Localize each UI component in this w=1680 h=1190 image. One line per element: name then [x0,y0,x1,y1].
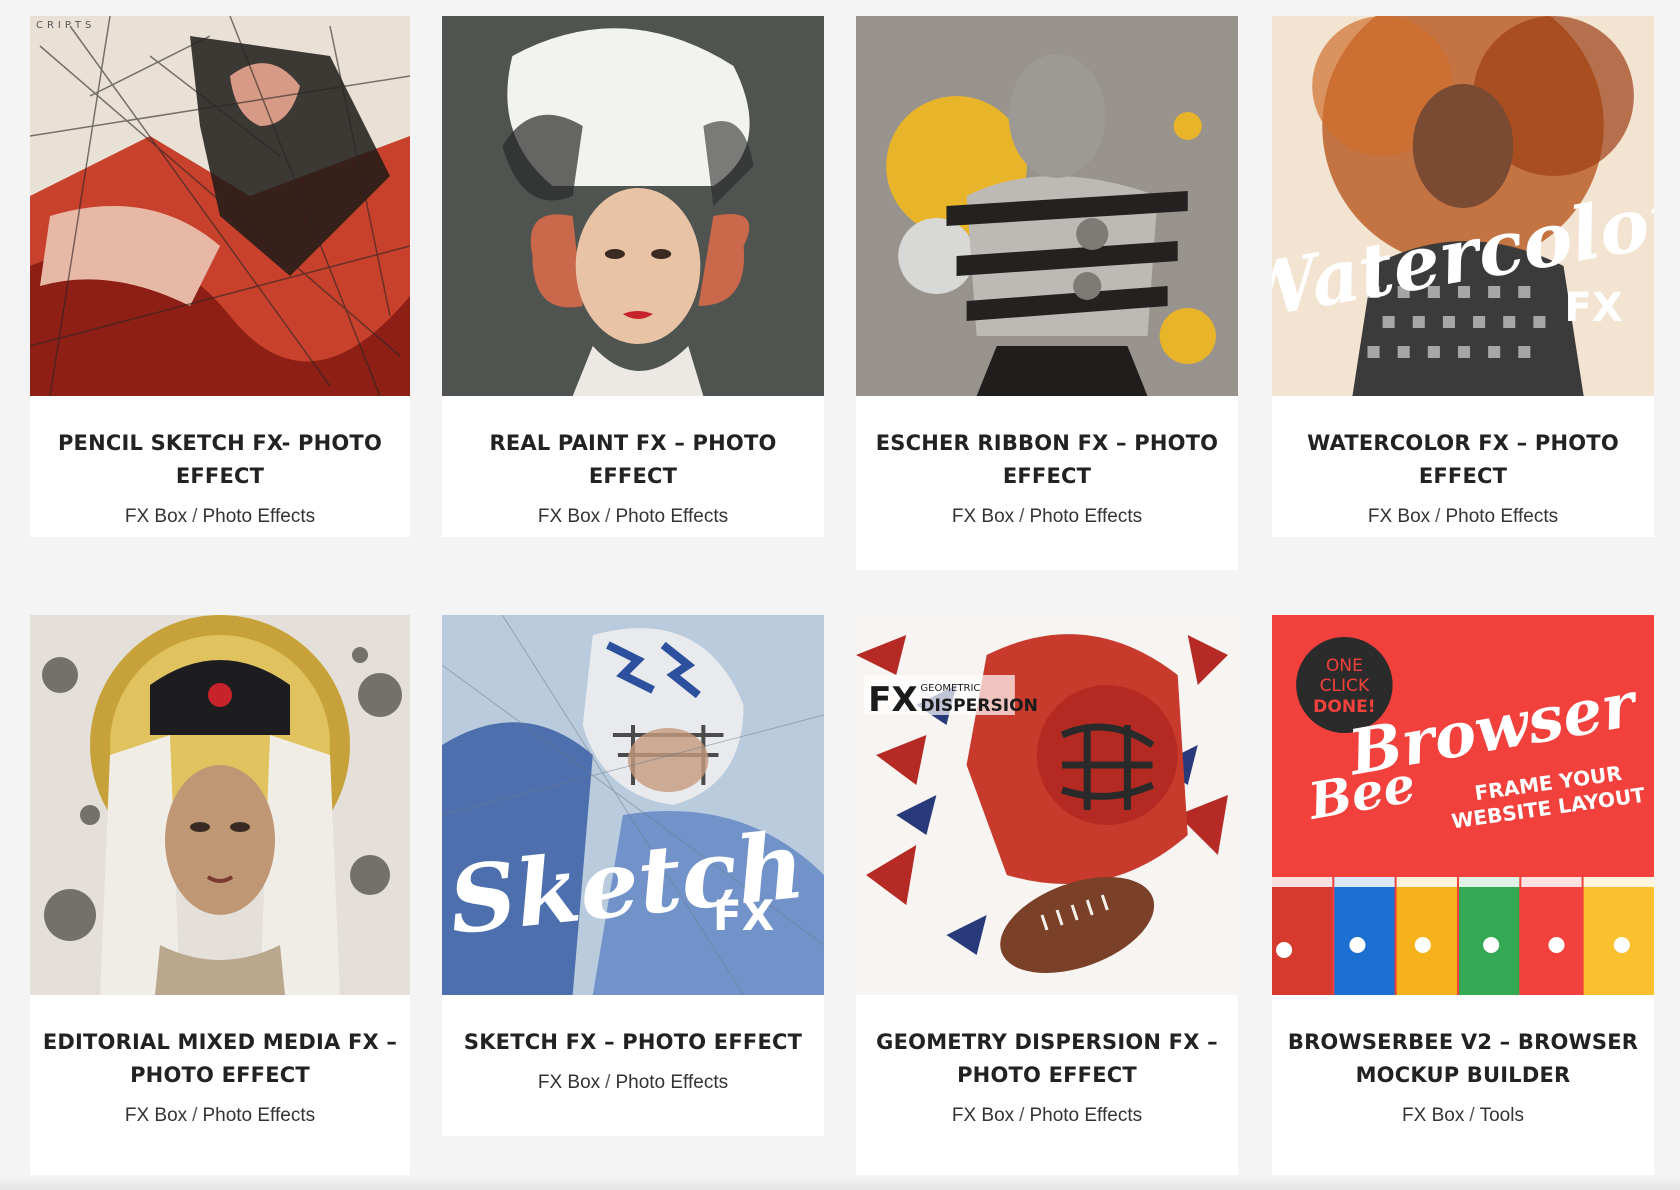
product-thumbnail-link[interactable]: FX GEOMETRIC DISPERSION [856,615,1238,995]
product-thumbnail-link[interactable]: ONE CLICK DONE! Browser Bee FRAME YOUR W… [1272,615,1654,995]
category-link[interactable]: FX Box [952,1105,1014,1126]
product-thumbnail-link[interactable]: Sketch FX [442,615,824,995]
product-title[interactable]: ESCHER RIBBON FX – PHOTO EFFECT [856,396,1238,493]
category-link[interactable]: FX Box [952,506,1014,527]
category-link[interactable]: FX Box [538,506,600,527]
svg-text:FX: FX [713,891,774,940]
svg-text:CLICK: CLICK [1320,676,1370,696]
product-thumbnail-link[interactable]: Watercolor FX [1272,16,1654,396]
product-categories: FX Box / Photo Effects [856,1092,1238,1127]
product-categories: FX Box / Tools [1272,1092,1654,1127]
product-thumbnail-link[interactable] [856,16,1238,396]
product-title[interactable]: SKETCH FX – PHOTO EFFECT [442,995,824,1059]
category-link[interactable]: Tools [1480,1105,1524,1126]
product-card[interactable]: FX GEOMETRIC DISPERSION GEOMETRY DISPERS… [856,615,1238,1175]
product-title[interactable]: GEOMETRY DISPERSION FX – PHOTO EFFECT [856,995,1238,1092]
category-link[interactable]: Photo Effects [615,506,728,527]
browserbee-thumbnail: ONE CLICK DONE! Browser Bee FRAME YOUR W… [1272,615,1654,995]
product-thumbnail-link[interactable] [442,16,824,396]
product-thumbnail-link[interactable]: CRIPTS [30,16,410,396]
category-separator: / [1435,506,1441,527]
svg-text:ONE: ONE [1326,656,1363,676]
category-separator: / [1019,1105,1025,1126]
product-categories: FX Box / Photo Effects [442,493,824,528]
watercolor-thumbnail: Watercolor FX [1272,16,1654,396]
category-link[interactable]: FX Box [1402,1105,1464,1126]
product-card[interactable]: ONE CLICK DONE! Browser Bee FRAME YOUR W… [1272,615,1654,1175]
category-link[interactable]: Photo Effects [202,1105,315,1126]
svg-text:CRIPTS: CRIPTS [36,20,95,31]
product-title[interactable]: EDITORIAL MIXED MEDIA FX – PHOTO EFFECT [30,995,410,1092]
category-link[interactable]: Photo Effects [1445,506,1558,527]
product-categories: FX Box / Photo Effects [442,1059,824,1094]
category-link[interactable]: FX Box [125,1105,187,1126]
product-card[interactable]: Watercolor FX WATERCOLOR FX – PHOTO EFFE… [1272,16,1654,537]
product-card[interactable]: CRIPTS PENCIL SKETCH FX- PHOTO EFFECT FX… [30,16,410,537]
category-separator: / [605,506,611,527]
bottom-fade [0,1176,1680,1190]
category-link[interactable]: Photo Effects [1029,506,1142,527]
product-card[interactable]: ESCHER RIBBON FX – PHOTO EFFECT FX Box / P… [856,16,1238,570]
svg-text:FX: FX [1564,285,1623,331]
category-separator: / [192,1105,198,1126]
product-card[interactable]: EDITORIAL MIXED MEDIA FX – PHOTO EFFECT … [30,615,410,1175]
product-categories: FX Box / Photo Effects [30,1092,410,1127]
product-grid: CRIPTS PENCIL SKETCH FX- PHOTO EFFECT FX… [0,0,1680,1190]
product-title[interactable]: BROWSERBEE V2 – BROWSER MOCKUP BUILDER [1272,995,1654,1092]
svg-text:FX: FX [868,680,918,720]
svg-text:DISPERSION: DISPERSION [920,696,1038,716]
product-title[interactable]: WATERCOLOR FX – PHOTO EFFECT [1272,396,1654,493]
product-card[interactable]: Sketch FX SKETCH FX – PHOTO EFFECT FX Bo… [442,615,824,1136]
category-separator: / [1469,1105,1475,1126]
product-title[interactable]: REAL PAINT FX – PHOTO EFFECT [442,396,824,493]
real-paint-thumbnail [442,16,824,396]
product-title[interactable]: PENCIL SKETCH FX- PHOTO EFFECT [30,396,410,493]
product-categories: FX Box / Photo Effects [1272,493,1654,528]
product-categories: FX Box / Photo Effects [856,493,1238,528]
svg-text:GEOMETRIC: GEOMETRIC [920,683,980,694]
pencil-sketch-thumbnail: CRIPTS [30,16,410,396]
product-thumbnail-link[interactable] [30,615,410,995]
category-link[interactable]: FX Box [1368,506,1430,527]
category-separator: / [605,1072,611,1093]
category-separator: / [192,506,198,527]
category-link[interactable]: Photo Effects [202,506,315,527]
sketch-thumbnail: Sketch FX [442,615,824,995]
category-link[interactable]: FX Box [125,506,187,527]
category-link[interactable]: Photo Effects [1029,1105,1142,1126]
product-card[interactable]: REAL PAINT FX – PHOTO EFFECT FX Box / Phot… [442,16,824,537]
category-link[interactable]: FX Box [538,1072,600,1093]
editorial-mixed-media-thumbnail [30,615,410,995]
product-categories: FX Box / Photo Effects [30,493,410,528]
geometry-dispersion-thumbnail: FX GEOMETRIC DISPERSION [856,615,1238,995]
category-separator: / [1019,506,1025,527]
escher-ribbon-thumbnail [856,16,1238,396]
category-link[interactable]: Photo Effects [615,1072,728,1093]
